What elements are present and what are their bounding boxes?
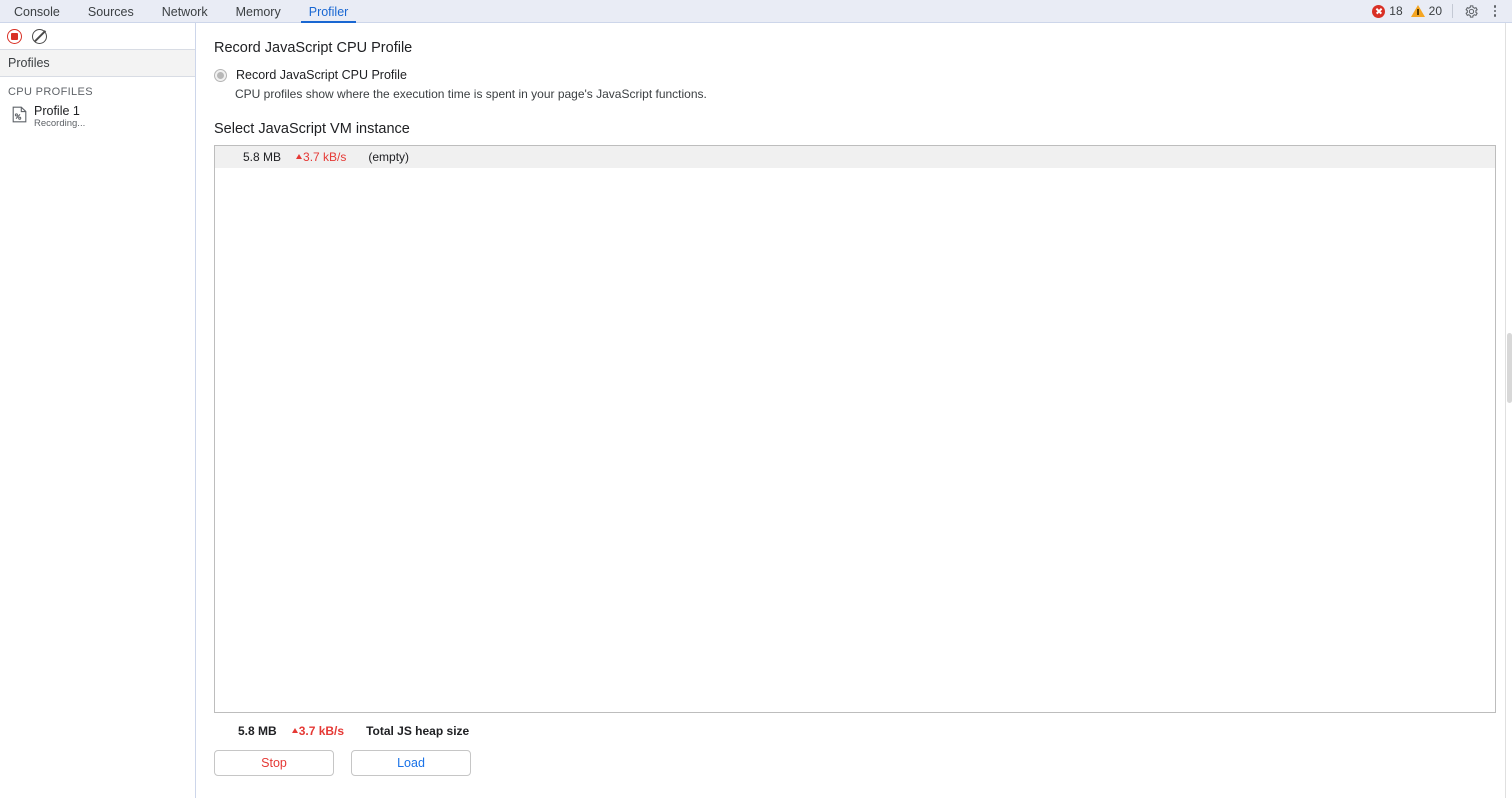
vm-instance-row[interactable]: 5.8 MB 3.7 kB/s (empty) [215, 146, 1495, 168]
up-arrow-icon [292, 728, 298, 733]
tab-list: Console Sources Network Memory Profiler [0, 0, 362, 23]
vm-instance-list[interactable]: 5.8 MB 3.7 kB/s (empty) [214, 145, 1496, 713]
vm-heap-rate-value: 3.7 kB/s [303, 150, 346, 164]
record-profile-radio[interactable] [214, 69, 227, 82]
sidebar-toolbar [0, 23, 195, 50]
tab-sources[interactable]: Sources [74, 0, 148, 23]
stop-button[interactable]: Stop [214, 750, 334, 776]
error-circle-icon [1372, 5, 1385, 18]
tab-label: Memory [236, 5, 281, 19]
profile-document-icon [12, 106, 27, 123]
record-profile-radio-label: Record JavaScript CPU Profile [236, 68, 407, 82]
warning-counter[interactable]: 20 [1408, 4, 1445, 18]
kebab-menu-icon [1494, 5, 1497, 17]
profiles-header-label: Profiles [8, 56, 50, 70]
warning-count: 20 [1429, 4, 1442, 18]
vm-instance-name: (empty) [368, 150, 409, 164]
tab-network[interactable]: Network [148, 0, 222, 23]
footer-heap-label: Total JS heap size [366, 724, 469, 738]
profiler-action-buttons: Stop Load [214, 750, 1512, 776]
profile-item-text: Profile 1 Recording... [34, 104, 85, 130]
profile-item-title: Profile 1 [34, 104, 85, 118]
tab-profiler[interactable]: Profiler [295, 0, 363, 23]
footer-heap-rate-value: 3.7 kB/s [299, 724, 344, 738]
record-stop-button[interactable] [5, 27, 24, 46]
profile-list-item[interactable]: Profile 1 Recording... [0, 102, 195, 132]
tab-memory[interactable]: Memory [222, 0, 295, 23]
footer-heap-rate: 3.7 kB/s [292, 724, 344, 738]
gear-icon [1464, 4, 1479, 19]
up-arrow-icon [296, 154, 302, 159]
vm-section-title: Select JavaScript VM instance [214, 121, 1512, 137]
page-scrollbar-thumb[interactable] [1507, 333, 1512, 403]
heap-footer-stats: 5.8 MB 3.7 kB/s Total JS heap size [214, 724, 1512, 738]
profiles-header: Profiles [0, 50, 195, 77]
error-counter[interactable]: 18 [1369, 4, 1405, 18]
tab-label: Network [162, 5, 208, 19]
profiler-sidebar: Profiles CPU PROFILES Profile 1 Recordin… [0, 23, 196, 798]
tab-label: Profiler [309, 5, 349, 19]
clear-profiles-button[interactable] [30, 27, 49, 46]
error-count: 18 [1389, 4, 1402, 18]
record-profile-radio-row[interactable]: Record JavaScript CPU Profile [214, 68, 1512, 82]
clear-ban-icon [32, 29, 47, 44]
record-section-title: Record JavaScript CPU Profile [214, 40, 1512, 56]
footer-heap-size: 5.8 MB [238, 724, 277, 738]
tab-console[interactable]: Console [0, 0, 74, 23]
toolbar-divider [1452, 4, 1453, 18]
vm-heap-rate: 3.7 kB/s [296, 150, 346, 164]
page-scrollbar[interactable] [1505, 23, 1512, 798]
settings-button[interactable] [1460, 0, 1482, 22]
tab-label: Sources [88, 5, 134, 19]
record-stop-icon [7, 29, 22, 44]
cpu-profiles-section-label: CPU PROFILES [0, 77, 195, 102]
tab-label: Console [14, 5, 60, 19]
devtools-tabbar: Console Sources Network Memory Profiler … [0, 0, 1512, 23]
record-profile-description: CPU profiles show where the execution ti… [235, 87, 1512, 101]
profiler-main-panel: Record JavaScript CPU Profile Record Jav… [197, 23, 1512, 798]
warning-triangle-icon [1411, 5, 1425, 17]
load-button[interactable]: Load [351, 750, 471, 776]
tabbar-actions: 18 20 [1369, 0, 1512, 22]
vm-heap-size: 5.8 MB [243, 150, 281, 164]
more-options-button[interactable] [1484, 0, 1506, 22]
profile-item-status: Recording... [34, 119, 85, 130]
